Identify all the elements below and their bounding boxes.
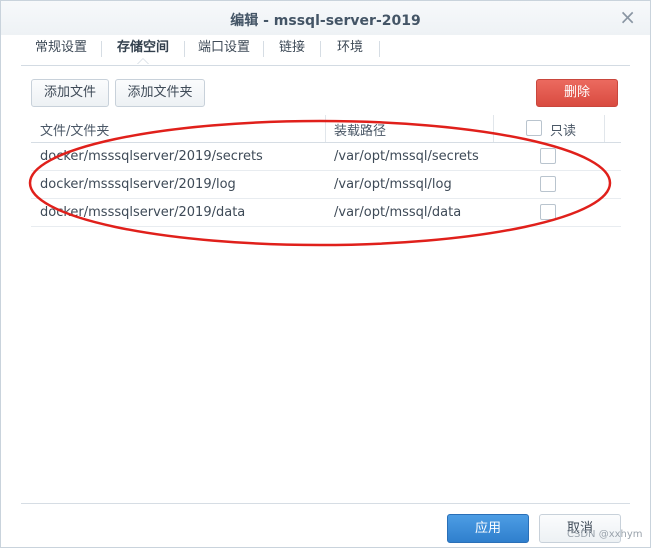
row-path: docker/msssqlserver/2019/data (40, 205, 246, 220)
header-path: 文件/文件夹 (40, 124, 110, 139)
add-folder-button[interactable]: 添加文件夹 (115, 79, 205, 107)
readonly-select-all-checkbox[interactable] (526, 120, 542, 136)
column-divider (493, 115, 494, 142)
storage-table: 文件/文件夹 装载路径 只读 docker/msssqlserver/2019/… (31, 115, 621, 227)
tab-ports[interactable]: 端口设置 (185, 35, 263, 63)
edit-dialog: 编辑 - mssql-server-2019 × 常规设置 存储空间 端口设置 … (0, 0, 651, 548)
table-row[interactable]: docker/msssqlserver/2019/secrets /var/op… (31, 143, 621, 171)
tab-environment[interactable]: 环境 (321, 35, 379, 63)
header-readonly: 只读 (550, 124, 577, 139)
active-tab-caret (137, 58, 149, 64)
tab-links[interactable]: 链接 (264, 35, 320, 63)
row-path: docker/msssqlserver/2019/log (40, 177, 236, 192)
tab-general[interactable]: 常规设置 (21, 35, 101, 63)
readonly-checkbox[interactable] (540, 148, 556, 164)
row-mount-path: /var/opt/mssql/data (334, 205, 462, 220)
apply-button[interactable]: 应用 (447, 514, 529, 543)
column-divider (604, 115, 605, 142)
row-mount-path: /var/opt/mssql/secrets (334, 149, 479, 164)
close-icon[interactable]: × (619, 7, 636, 27)
row-mount-path: /var/opt/mssql/log (334, 177, 452, 192)
watermark: CSDN @xxhym (567, 529, 643, 540)
column-divider (325, 115, 326, 142)
tab-divider (379, 41, 380, 57)
delete-button[interactable]: 删除 (536, 79, 618, 107)
table-header: 文件/文件夹 装载路径 只读 (31, 115, 621, 143)
table-row[interactable]: docker/msssqlserver/2019/data /var/opt/m… (31, 199, 621, 227)
dialog-title: 编辑 - mssql-server-2019 (230, 13, 421, 29)
header-mount-path: 装载路径 (334, 124, 387, 139)
title-bar: 编辑 - mssql-server-2019 × (1, 1, 650, 35)
tab-bar: 常规设置 存储空间 端口设置 链接 环境 (21, 35, 630, 66)
add-file-button[interactable]: 添加文件 (31, 79, 109, 107)
row-path: docker/msssqlserver/2019/secrets (40, 149, 263, 164)
readonly-checkbox[interactable] (540, 176, 556, 192)
footer-divider (21, 503, 630, 504)
readonly-checkbox[interactable] (540, 204, 556, 220)
table-row[interactable]: docker/msssqlserver/2019/log /var/opt/ms… (31, 171, 621, 199)
